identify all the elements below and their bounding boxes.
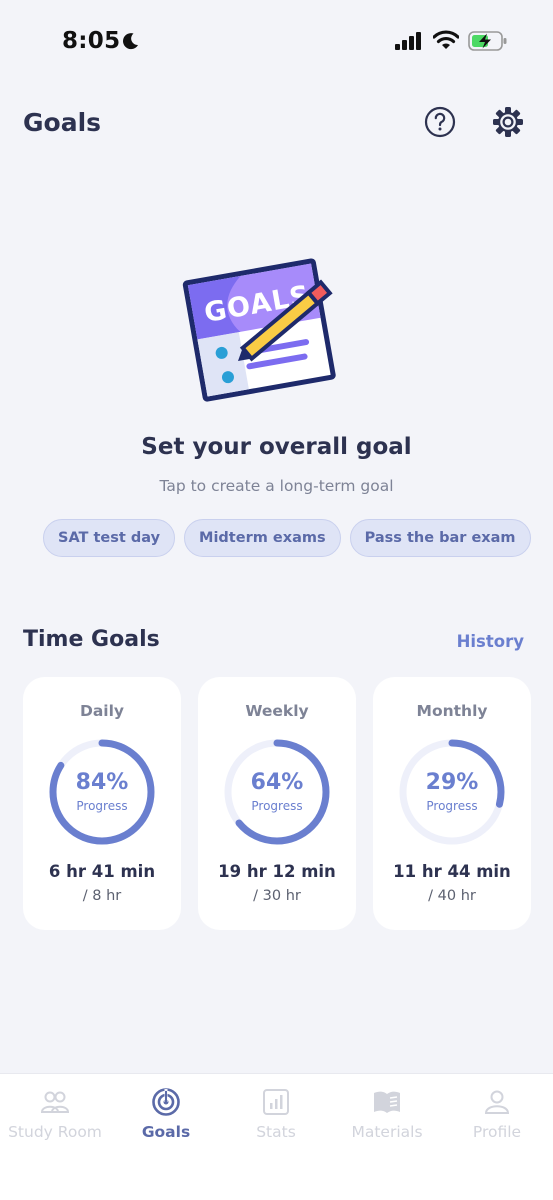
progress-percent: 84% [75, 770, 129, 795]
time-studied: 19 hr 12 min [218, 862, 336, 881]
time-target: / 40 hr [428, 888, 476, 904]
progress-label: Progress [251, 799, 303, 813]
card-period: Daily [79, 702, 125, 720]
wifi-icon [433, 30, 459, 49]
page-title: Goals [23, 108, 102, 137]
tab-label: Profile [472, 1123, 522, 1141]
gear-icon [493, 107, 523, 137]
progress-percent: 29% [425, 770, 479, 795]
battery-charging-icon [468, 31, 507, 51]
card-period: Monthly [416, 702, 488, 720]
goals-notepad-pencil-illustration: GOALS [182, 258, 336, 402]
tab-goals[interactable]: Goals [111, 1074, 221, 1164]
history-link[interactable]: History [457, 632, 524, 651]
time-goals-title: Time Goals [23, 627, 160, 652]
goal-card-weekly[interactable]: Weekly 64% Progress 19 hr 12 min / 30 hr [198, 677, 356, 930]
status-bar: 8:05 [0, 0, 553, 80]
status-time: 8:05 [62, 28, 121, 54]
tab-study-room[interactable]: Study Room [0, 1074, 110, 1164]
book-icon [374, 1091, 400, 1113]
help-button[interactable] [424, 106, 456, 138]
goal-card-daily[interactable]: Daily 84% Progress 6 hr 41 min / 8 hr [23, 677, 181, 930]
time-studied: 6 hr 41 min [48, 862, 156, 881]
chip-pass-bar-exam[interactable]: Pass the bar exam [349, 519, 531, 557]
tab-materials[interactable]: Materials [332, 1074, 442, 1164]
target-icon [152, 1088, 180, 1116]
time-target: / 30 hr [253, 888, 301, 904]
person-icon [484, 1090, 510, 1114]
settings-button[interactable] [491, 105, 525, 139]
tab-bar: Study Room Goals Stats Materials Profile [0, 1073, 553, 1200]
goal-suggestion-chips: SAT test day Midterm exams Pass the bar … [43, 519, 531, 557]
header: Goals [0, 100, 553, 150]
tab-stats[interactable]: Stats [221, 1074, 331, 1164]
time-target: / 8 hr [82, 888, 122, 904]
tab-profile[interactable]: Profile [442, 1074, 552, 1164]
signal-icon [395, 32, 421, 50]
moon-icon [123, 33, 138, 50]
goal-card-monthly[interactable]: Monthly 29% Progress 11 hr 44 min / 40 h… [373, 677, 531, 930]
overall-goal-title[interactable]: Set your overall goal [0, 434, 553, 460]
card-period: Weekly [245, 702, 309, 720]
chip-sat-test-day[interactable]: SAT test day [43, 519, 176, 557]
question-circle-icon [424, 106, 456, 138]
time-goal-cards: Daily 84% Progress 6 hr 41 min / 8 hr We… [23, 677, 531, 930]
time-studied: 11 hr 44 min [393, 862, 511, 881]
people-icon [40, 1091, 70, 1113]
overall-goal-subtitle: Tap to create a long-term goal [159, 477, 394, 495]
progress-label: Progress [426, 799, 478, 813]
progress-percent: 64% [250, 770, 304, 795]
chart-icon [263, 1089, 289, 1115]
chip-midterm-exams[interactable]: Midterm exams [184, 519, 341, 557]
progress-label: Progress [76, 799, 128, 813]
